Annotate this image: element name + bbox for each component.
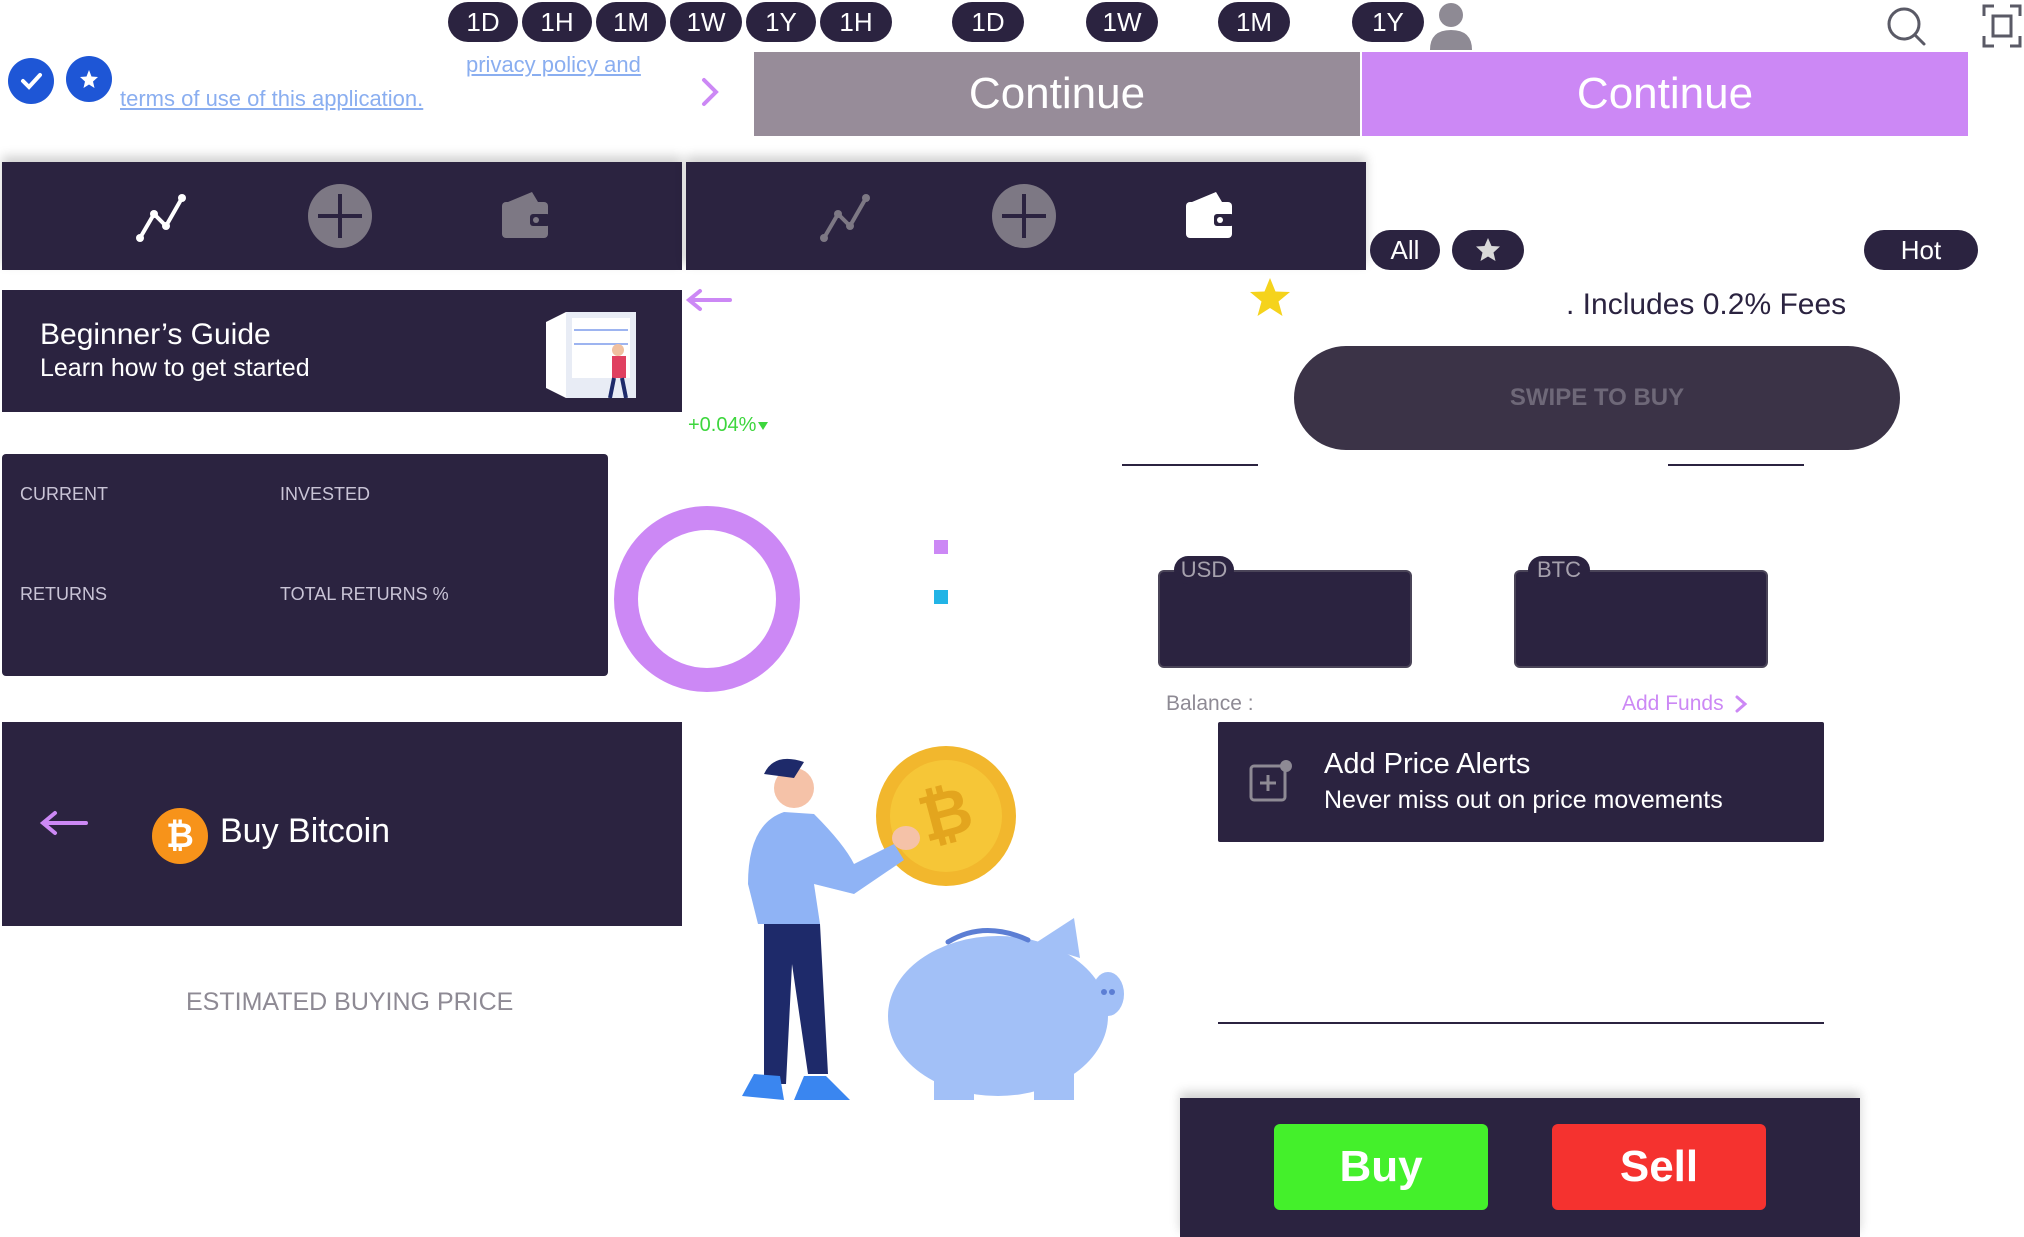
swipe-to-buy-slider[interactable]: SWIPE TO BUY: [1294, 346, 1900, 450]
timeframe-b-1y[interactable]: 1Y: [1352, 2, 1424, 42]
divider-line: [1218, 1022, 1824, 1024]
bottom-nav-bar-alt: [686, 162, 1366, 270]
trade-bar: Buy Sell: [1180, 1098, 1860, 1237]
balance-label: Balance :: [1166, 692, 1254, 715]
btc-amount-input[interactable]: [1516, 572, 1766, 666]
filter-all[interactable]: All: [1370, 230, 1440, 270]
timeframe-1h-alt[interactable]: 1H: [820, 2, 892, 42]
check-circle-icon[interactable]: [8, 58, 54, 104]
back-arrow-icon[interactable]: [38, 810, 90, 836]
price-change: +0.04%: [688, 414, 770, 437]
favorite-star-icon[interactable]: [1248, 276, 1292, 320]
btc-label: BTC: [1528, 556, 1590, 584]
price-change-value: +0.04%: [688, 414, 757, 436]
wallet-icon[interactable]: [494, 184, 558, 248]
portfolio-summary-card: CURRENT INVESTED RETURNS TOTAL RETURNS %: [2, 454, 608, 676]
timeframe-1y[interactable]: 1Y: [746, 2, 816, 42]
legend-swatch-blue: [934, 590, 948, 604]
add-funds-link[interactable]: Add Funds: [1622, 692, 1752, 716]
divider-line: [1668, 464, 1804, 466]
fullscreen-icon[interactable]: [1982, 4, 2022, 48]
buy-button[interactable]: Buy: [1274, 1124, 1488, 1210]
add-icon[interactable]: [992, 184, 1056, 248]
bottom-nav-bar: [2, 162, 682, 270]
star-icon: [1476, 238, 1500, 261]
usd-label: USD: [1174, 556, 1234, 584]
chevron-right-icon: [1735, 695, 1747, 713]
chart-icon[interactable]: [814, 184, 878, 248]
current-label: CURRENT: [20, 484, 108, 504]
invested-label: INVESTED: [280, 484, 371, 504]
sell-button[interactable]: Sell: [1552, 1124, 1766, 1210]
continue-button[interactable]: Continue: [1362, 52, 1968, 136]
legend-swatch-purple: [934, 540, 948, 554]
timeframe-1h[interactable]: 1H: [522, 2, 592, 42]
divider-line: [1122, 464, 1258, 466]
filter-hot[interactable]: Hot: [1864, 230, 1978, 270]
usd-amount-input[interactable]: [1160, 572, 1410, 666]
chevron-right-icon[interactable]: [698, 74, 722, 110]
alerts-subtitle: Never miss out on price movements: [1324, 786, 1723, 814]
search-icon[interactable]: [1884, 4, 1928, 48]
privacy-policy-link[interactable]: privacy policy and: [466, 52, 641, 78]
fees-text: . Includes 0.2% Fees: [1566, 288, 1847, 321]
price-alerts-card[interactable]: Add Price Alerts Never miss out on price…: [1218, 722, 1824, 842]
timeframe-b-1d[interactable]: 1D: [952, 2, 1024, 42]
total-returns-label: TOTAL RETURNS %: [280, 584, 449, 604]
add-icon[interactable]: [308, 184, 372, 248]
wallet-icon[interactable]: [1178, 184, 1242, 248]
timeframe-1d[interactable]: 1D: [448, 2, 518, 42]
user-icon[interactable]: [1428, 0, 1474, 50]
page-title: Buy Bitcoin: [220, 812, 391, 850]
chart-icon[interactable]: [130, 184, 194, 248]
returns-label: RETURNS: [20, 584, 108, 604]
star-circle-icon[interactable]: [66, 56, 112, 102]
timeframe-1w[interactable]: 1W: [670, 2, 742, 42]
filter-favorites[interactable]: [1452, 230, 1524, 270]
terms-of-use-link[interactable]: terms of use of this application.: [120, 86, 423, 112]
bitcoin-icon: ₿: [152, 808, 208, 864]
buy-bitcoin-header: ₿ Buy Bitcoin: [2, 722, 682, 926]
allocation-ring: [612, 504, 802, 694]
add-alert-icon: [1248, 758, 1294, 804]
back-arrow-icon[interactable]: [684, 288, 734, 312]
piggy-bank-illustration: ₿: [734, 744, 1124, 1104]
guide-title: Beginner’s Guide: [40, 318, 271, 351]
estimated-price-label: ESTIMATED BUYING PRICE: [186, 988, 514, 1016]
beginners-guide-card[interactable]: Beginner’s Guide Learn how to get starte…: [2, 290, 682, 412]
timeframe-1m[interactable]: 1M: [596, 2, 666, 42]
timeframe-b-1m[interactable]: 1M: [1218, 2, 1290, 42]
alerts-title: Add Price Alerts: [1324, 748, 1531, 780]
add-funds-label: Add Funds: [1622, 692, 1724, 715]
guide-illustration: [538, 300, 652, 402]
timeframe-b-1w[interactable]: 1W: [1086, 2, 1158, 42]
continue-button-disabled[interactable]: Continue: [754, 52, 1360, 136]
guide-subtitle: Learn how to get started: [40, 354, 310, 382]
caret-down-icon: [758, 421, 769, 430]
